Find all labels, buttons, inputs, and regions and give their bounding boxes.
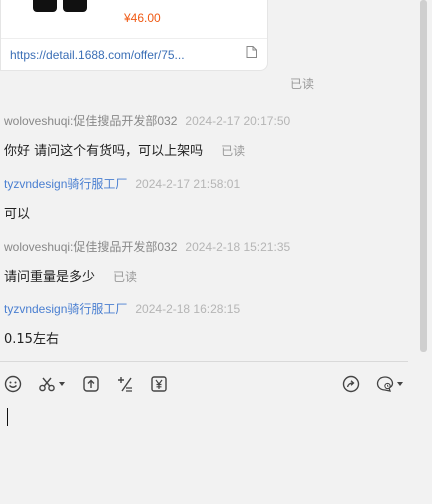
upload-icon [83, 376, 99, 392]
message-text: 你好 请问这个有货吗，可以上架吗 [4, 144, 204, 159]
forward-icon [342, 375, 360, 393]
message-item: woloveshuqi:促佳搜品开发部032 2024-2-18 15:21:35… [4, 238, 290, 285]
emoji-icon [4, 375, 22, 393]
message-text: 0.15左右 [4, 332, 59, 347]
card-divider [1, 38, 267, 39]
input-toolbar [0, 372, 420, 396]
message-text: 可以 [4, 207, 31, 222]
input-divider [0, 361, 408, 362]
emoji-button[interactable] [4, 374, 22, 394]
product-thumbnail [31, 0, 89, 12]
sender-name: woloveshuqi:促佳搜品开发部032 [4, 114, 178, 128]
product-card[interactable]: ¥46.00 https://detail.1688.com/offer/75.… [0, 0, 268, 71]
chevron-down-icon [397, 382, 403, 386]
product-price: ¥46.00 [124, 11, 161, 25]
sender-name: tyzvndesign骑行服工厂 [4, 177, 128, 191]
format-icon [118, 377, 132, 392]
read-status: 已读 [221, 144, 246, 158]
card-read-status: 已读 [290, 77, 315, 91]
read-status: 已读 [113, 270, 138, 284]
message-input[interactable] [0, 400, 420, 504]
quick-reply-button[interactable] [376, 374, 403, 394]
chat-history[interactable]: ¥46.00 https://detail.1688.com/offer/75.… [0, 0, 420, 360]
chat-scrollbar[interactable] [420, 0, 427, 352]
message-text: 请问重量是多少 [4, 270, 96, 285]
sender-name: tyzvndesign骑行服工厂 [4, 302, 128, 316]
message-item: woloveshuqi:促佳搜品开发部032 2024-2-17 20:17:50… [4, 112, 290, 159]
forward-button[interactable] [342, 374, 360, 394]
upload-file-button[interactable] [82, 374, 100, 394]
message-item: tyzvndesign骑行服工厂 2024-2-18 16:28:15 0.15左… [4, 300, 240, 347]
yen-icon [151, 376, 167, 392]
text-cursor [7, 408, 8, 426]
document-icon[interactable] [246, 46, 257, 58]
message-time: 2024-2-18 15:21:35 [185, 240, 291, 254]
message-time: 2024-2-17 20:17:50 [185, 114, 291, 128]
scissors-icon [39, 377, 55, 392]
product-link[interactable]: https://detail.1688.com/offer/75... [10, 48, 185, 62]
chevron-down-icon [59, 382, 65, 386]
message-time: 2024-2-17 21:58:01 [135, 177, 241, 191]
quick-reply-icon [376, 376, 394, 392]
screenshot-button[interactable] [38, 374, 65, 394]
message-time: 2024-2-18 16:28:15 [135, 302, 241, 316]
text-format-button[interactable] [116, 374, 134, 394]
message-item: tyzvndesign骑行服工厂 2024-2-17 21:58:01 可以 [4, 175, 240, 222]
sender-name: woloveshuqi:促佳搜品开发部032 [4, 240, 178, 254]
payment-button[interactable] [150, 374, 168, 394]
